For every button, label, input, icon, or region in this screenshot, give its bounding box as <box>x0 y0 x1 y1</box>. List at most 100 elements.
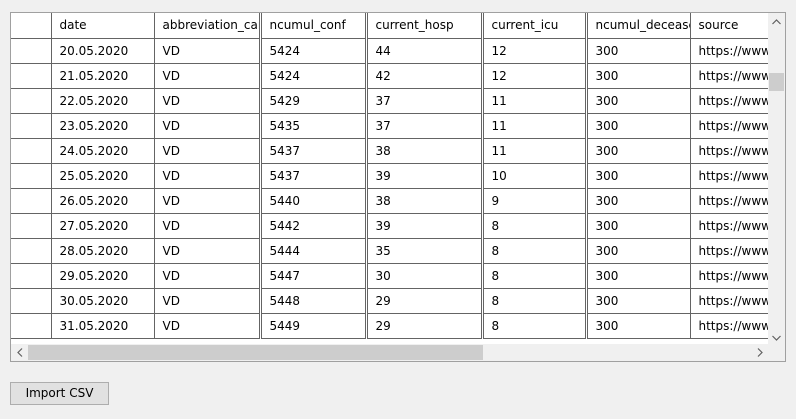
table-cell[interactable]: 29.05.2020 <box>50 262 155 289</box>
table-cell[interactable]: 300 <box>584 87 691 114</box>
table-cell[interactable]: 31.05.2020 <box>50 312 155 339</box>
table-cell[interactable]: 38 <box>364 137 483 164</box>
column-header-ncumul-deceased[interactable]: ncumul_deceased <box>584 13 691 39</box>
table-cell[interactable]: 44 <box>364 37 483 64</box>
table-cell[interactable]: VD <box>153 112 261 139</box>
table-row[interactable]: 21.05.2020VD54244212300https://www.v <box>11 62 769 89</box>
table-cell[interactable]: 30.05.2020 <box>50 287 155 314</box>
table-cell[interactable]: https://www.v <box>689 37 769 64</box>
table-cell[interactable]: 35 <box>364 237 483 264</box>
table-cell[interactable]: VD <box>153 162 261 189</box>
table-cell[interactable]: 37 <box>364 112 483 139</box>
table-cell[interactable]: 26.05.2020 <box>50 187 155 214</box>
scroll-right-icon[interactable] <box>751 344 768 361</box>
table-cell[interactable]: 29 <box>364 312 483 339</box>
table-cell[interactable]: 5435 <box>258 112 367 139</box>
table-row[interactable]: 24.05.2020VD54373811300https://www.v <box>11 137 769 164</box>
table-cell[interactable]: 300 <box>584 212 691 239</box>
horizontal-scroll-thumb[interactable] <box>28 345 483 360</box>
table-cell[interactable]: VD <box>153 262 261 289</box>
table-cell[interactable]: VD <box>153 37 261 64</box>
row-header[interactable] <box>11 212 52 239</box>
vertical-scroll-thumb[interactable] <box>769 73 784 91</box>
table-cell[interactable]: 5437 <box>258 137 367 164</box>
table-cell[interactable]: 300 <box>584 137 691 164</box>
table-cell[interactable]: https://www.v <box>689 87 769 114</box>
table-cell[interactable]: VD <box>153 187 261 214</box>
column-header-abbreviation-canton[interactable]: abbreviation_canton <box>153 13 261 39</box>
table-cell[interactable]: 300 <box>584 262 691 289</box>
table-cell[interactable]: VD <box>153 137 261 164</box>
column-header-date[interactable]: date <box>50 13 155 39</box>
table-cell[interactable]: VD <box>153 237 261 264</box>
table-cell[interactable]: https://www.v <box>689 312 769 339</box>
scroll-up-icon[interactable] <box>768 13 785 30</box>
table-cell[interactable]: https://www.v <box>689 112 769 139</box>
column-header-ncumul-conf[interactable]: ncumul_conf <box>258 13 367 39</box>
table-cell[interactable]: 5437 <box>258 162 367 189</box>
table-row[interactable]: 26.05.2020VD5440389300https://www.v <box>11 187 769 214</box>
import-csv-button[interactable]: Import CSV <box>10 382 109 405</box>
table-cell[interactable]: 8 <box>480 237 587 264</box>
table-cell[interactable]: 11 <box>480 112 587 139</box>
table-cell[interactable]: 28.05.2020 <box>50 237 155 264</box>
table-cell[interactable]: 5440 <box>258 187 367 214</box>
table-cell[interactable]: 23.05.2020 <box>50 112 155 139</box>
table-row[interactable]: 27.05.2020VD5442398300https://www.v <box>11 212 769 239</box>
table-cell[interactable]: 39 <box>364 212 483 239</box>
table-cell[interactable]: 9 <box>480 187 587 214</box>
row-header[interactable] <box>11 237 52 264</box>
corner-header[interactable] <box>11 13 52 39</box>
table-row[interactable]: 22.05.2020VD54293711300https://www.v <box>11 87 769 114</box>
row-header[interactable] <box>11 287 52 314</box>
row-header[interactable] <box>11 137 52 164</box>
table-cell[interactable]: 300 <box>584 37 691 64</box>
table-cell[interactable]: https://www.v <box>689 287 769 314</box>
table-row[interactable]: 30.05.2020VD5448298300https://www.v <box>11 287 769 314</box>
table-row[interactable]: 28.05.2020VD5444358300https://www.v <box>11 237 769 264</box>
vertical-scrollbar[interactable] <box>768 13 785 346</box>
table-cell[interactable]: 21.05.2020 <box>50 62 155 89</box>
table-row[interactable]: 31.05.2020VD5449298300https://www.v <box>11 312 769 339</box>
row-header[interactable] <box>11 162 52 189</box>
horizontal-scrollbar[interactable] <box>11 344 768 361</box>
table-row[interactable]: 29.05.2020VD5447308300https://www.v <box>11 262 769 289</box>
table-cell[interactable]: 24.05.2020 <box>50 137 155 164</box>
table-cell[interactable]: https://www.v <box>689 212 769 239</box>
table-cell[interactable]: 300 <box>584 287 691 314</box>
table-cell[interactable]: 30 <box>364 262 483 289</box>
scroll-left-icon[interactable] <box>11 344 28 361</box>
table-cell[interactable]: 12 <box>480 62 587 89</box>
table-cell[interactable]: 22.05.2020 <box>50 87 155 114</box>
table-cell[interactable]: 5429 <box>258 87 367 114</box>
table-cell[interactable]: https://www.v <box>689 187 769 214</box>
table-cell[interactable]: 12 <box>480 37 587 64</box>
table-cell[interactable]: 10 <box>480 162 587 189</box>
table-cell[interactable]: 29 <box>364 287 483 314</box>
table-cell[interactable]: 300 <box>584 162 691 189</box>
table-cell[interactable]: https://www.v <box>689 162 769 189</box>
table-cell[interactable]: 5424 <box>258 62 367 89</box>
table-cell[interactable]: 300 <box>584 112 691 139</box>
table-cell[interactable]: https://www.v <box>689 262 769 289</box>
row-header[interactable] <box>11 87 52 114</box>
table-cell[interactable]: VD <box>153 87 261 114</box>
table-cell[interactable]: https://www.v <box>689 62 769 89</box>
column-header-current-icu[interactable]: current_icu <box>480 13 587 39</box>
table-cell[interactable]: 5442 <box>258 212 367 239</box>
table-cell[interactable]: https://www.v <box>689 237 769 264</box>
row-header[interactable] <box>11 187 52 214</box>
table-cell[interactable]: 20.05.2020 <box>50 37 155 64</box>
table-cell[interactable]: 300 <box>584 237 691 264</box>
table-cell[interactable]: 11 <box>480 137 587 164</box>
row-header[interactable] <box>11 62 52 89</box>
row-header[interactable] <box>11 112 52 139</box>
table-cell[interactable]: 5448 <box>258 287 367 314</box>
column-header-source[interactable]: source <box>689 13 769 39</box>
data-grid[interactable]: date abbreviation_canton ncumul_conf cur… <box>10 12 786 362</box>
table-cell[interactable]: 8 <box>480 287 587 314</box>
table-row[interactable]: 20.05.2020VD54244412300https://www.v <box>11 37 769 64</box>
table-row[interactable]: 25.05.2020VD54373910300https://www.v <box>11 162 769 189</box>
table-cell[interactable]: 300 <box>584 62 691 89</box>
column-header-current-hosp[interactable]: current_hosp <box>364 13 483 39</box>
